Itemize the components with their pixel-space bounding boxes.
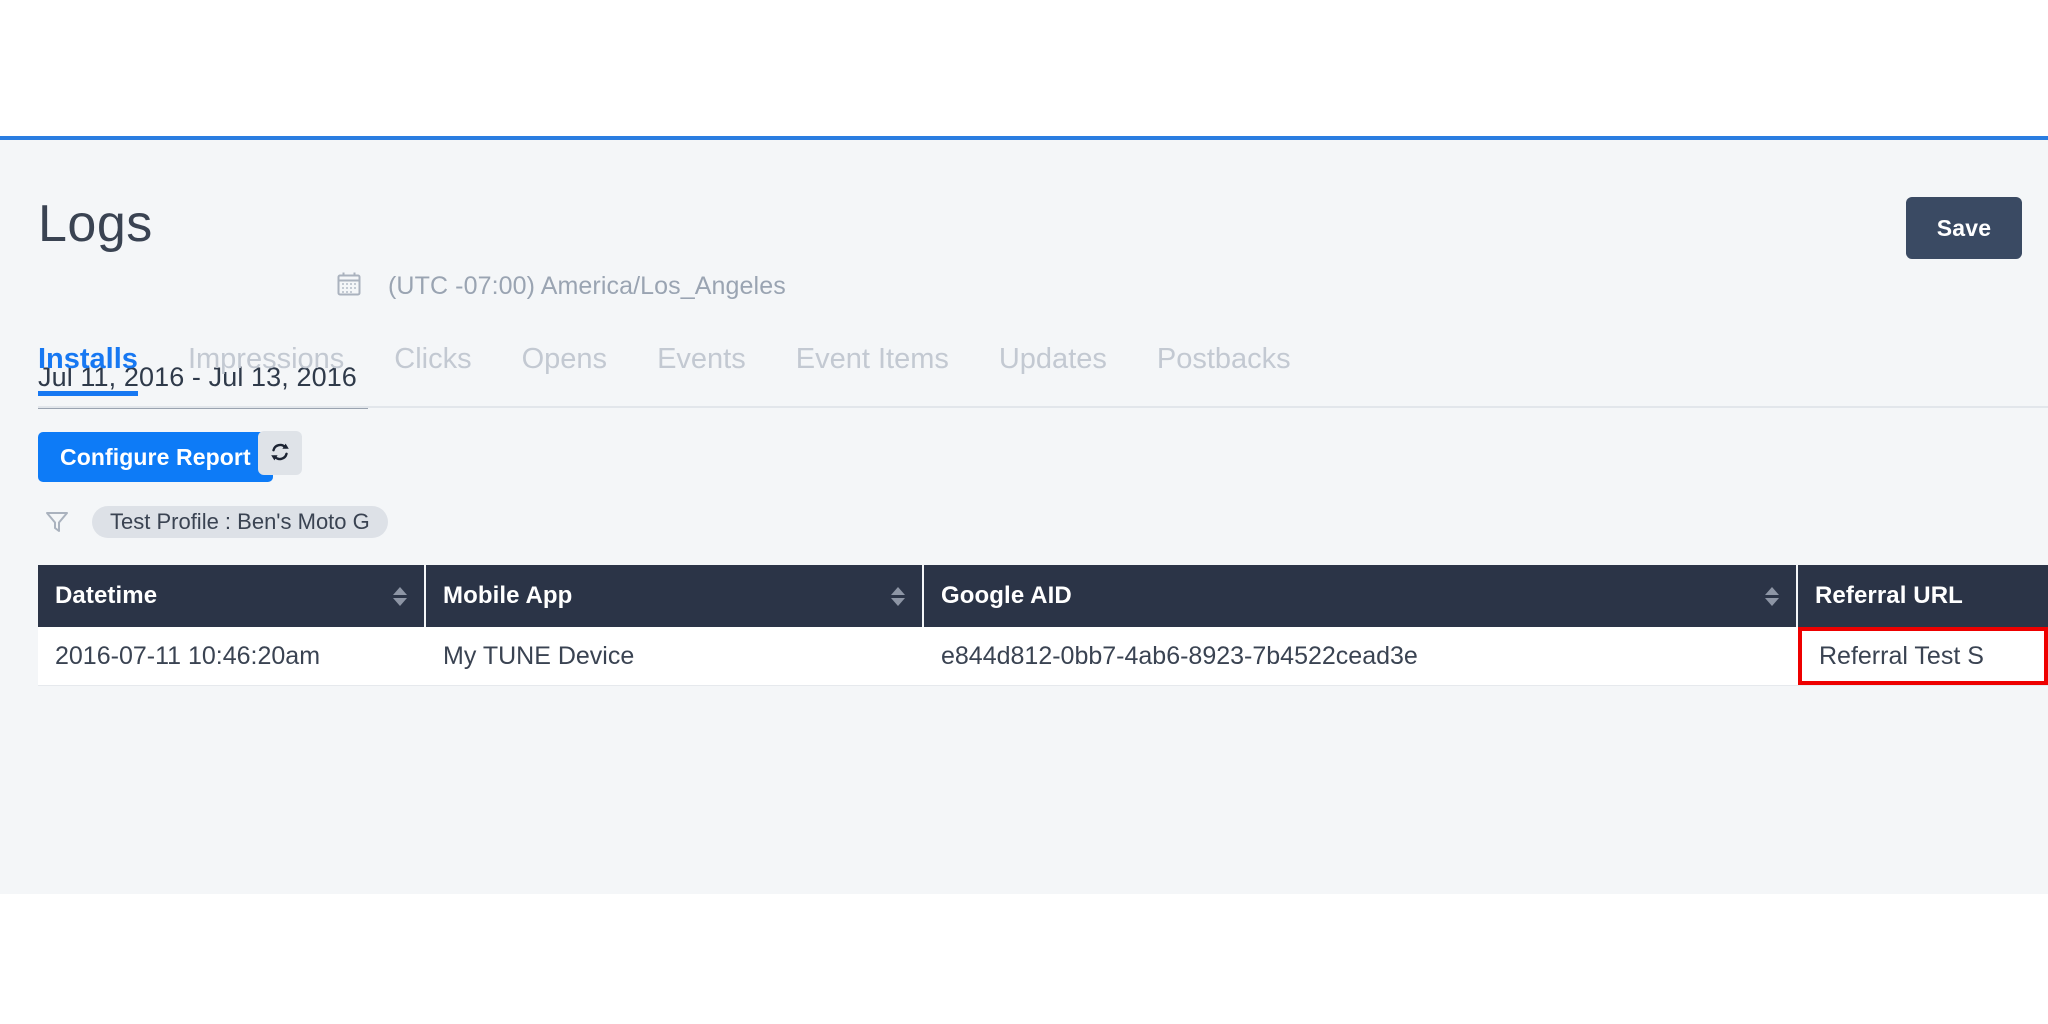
configure-report-button[interactable]: Configure Report (38, 432, 273, 482)
cell-datetime: 2016-07-11 10:46:20am (55, 641, 321, 670)
tab-opens[interactable]: Opens (522, 345, 607, 396)
filter-row: Test Profile : Ben's Moto G (44, 502, 388, 542)
browser-top-strip (0, 0, 2048, 136)
tab-clicks[interactable]: Clicks (394, 345, 471, 396)
logs-page: Logs Save Jul 11, 2016 - Jul 13, 2016 (U… (0, 0, 2048, 1024)
sort-arrows-icon[interactable] (393, 586, 407, 606)
column-header-referral-url[interactable]: Referral URL (1798, 565, 2048, 627)
sort-arrows-icon[interactable] (891, 586, 905, 606)
page-bottom-area (0, 894, 2048, 1024)
report-tabs: Installs Impressions Clicks Opens Events… (38, 345, 1341, 409)
cell-google-aid: e844d812-0bb7-4ab6-8923-7b4522cead3e (941, 641, 1418, 670)
refresh-button[interactable] (258, 431, 302, 475)
sort-arrows-icon[interactable] (1765, 586, 1779, 606)
tab-updates[interactable]: Updates (999, 345, 1107, 396)
column-header-datetime-label: Datetime (55, 582, 158, 609)
calendar-icon[interactable] (336, 271, 362, 297)
logs-table: Datetime Mobile App Google AID Referral … (38, 565, 2048, 686)
tab-event-items[interactable]: Event Items (796, 345, 949, 396)
page-body: Logs Save Jul 11, 2016 - Jul 13, 2016 (U… (0, 140, 2048, 894)
column-header-google-aid-label: Google AID (941, 582, 1072, 609)
table-row[interactable]: 2016-07-11 10:46:20am My TUNE Device e84… (38, 627, 2048, 686)
column-header-google-aid[interactable]: Google AID (924, 565, 1798, 627)
save-button[interactable]: Save (1906, 197, 2022, 259)
column-header-mobile-app[interactable]: Mobile App (426, 565, 924, 627)
timezone-label: (UTC -07:00) America/Los_Angeles (388, 272, 786, 300)
refresh-icon (268, 440, 292, 467)
tab-impressions[interactable]: Impressions (188, 345, 344, 396)
cell-referral-url[interactable]: Referral Test S (1798, 627, 2048, 685)
filter-funnel-icon[interactable] (44, 509, 70, 535)
table-header-row: Datetime Mobile App Google AID Referral … (38, 565, 2048, 627)
column-header-referral-url-label: Referral URL (1815, 582, 1963, 609)
tab-events[interactable]: Events (657, 345, 746, 396)
page-title: Logs (38, 195, 153, 253)
column-header-datetime[interactable]: Datetime (38, 565, 426, 627)
column-header-mobile-app-label: Mobile App (443, 582, 573, 609)
tab-installs[interactable]: Installs (38, 345, 138, 396)
tab-postbacks[interactable]: Postbacks (1157, 345, 1291, 396)
filter-chip-test-profile[interactable]: Test Profile : Ben's Moto G (92, 506, 388, 538)
cell-mobile-app: My TUNE Device (443, 641, 635, 670)
